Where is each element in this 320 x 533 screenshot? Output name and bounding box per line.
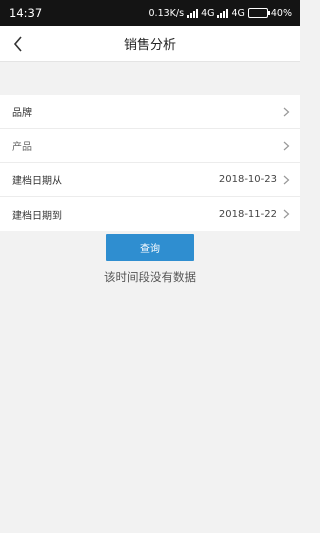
battery-icon	[247, 8, 270, 18]
network-speed: 0.13K/s	[148, 7, 185, 19]
chevron-right-icon	[283, 141, 290, 150]
filter-value: 2018-11-22	[218, 208, 277, 220]
status-bar: 14:37 0.13K/s 4G 4G 40%	[0, 0, 300, 26]
filter-label: 建档日期从	[12, 176, 62, 187]
status-indicators: 0.13K/s 4G 4G 40%	[149, 8, 292, 19]
filter-label: 产品	[12, 142, 32, 153]
filter-list: 品牌 产品 建档日期从 2018-10-23 建档日期到 2018-11-22	[0, 95, 300, 231]
filter-row-brand[interactable]: 品牌	[0, 95, 300, 129]
battery-percent: 40%	[270, 7, 292, 19]
network-type-1: 4G	[201, 7, 215, 19]
filter-row-date-from[interactable]: 建档日期从 2018-10-23	[0, 163, 300, 197]
signal-icon-2	[217, 8, 229, 18]
chevron-right-icon	[283, 175, 290, 184]
filter-label: 品牌	[12, 108, 32, 119]
chevron-left-icon	[13, 36, 22, 52]
chevron-right-icon	[283, 209, 290, 219]
filter-row-product[interactable]: 产品	[0, 129, 300, 163]
status-time: 14:37	[9, 6, 43, 20]
filter-row-date-to[interactable]: 建档日期到 2018-11-22	[0, 197, 300, 231]
filter-value: 2018-10-23	[218, 174, 277, 185]
query-button[interactable]: 查询	[106, 234, 194, 261]
network-type-2: 4G	[231, 7, 245, 19]
filter-label: 建档日期到	[12, 210, 62, 222]
nav-bar: 销售分析	[0, 26, 300, 62]
chevron-right-icon	[283, 107, 290, 116]
page-title: 销售分析	[123, 38, 176, 53]
signal-icon	[187, 8, 199, 18]
back-button[interactable]	[6, 32, 30, 56]
empty-message: 该时间段没有数据	[104, 270, 196, 284]
